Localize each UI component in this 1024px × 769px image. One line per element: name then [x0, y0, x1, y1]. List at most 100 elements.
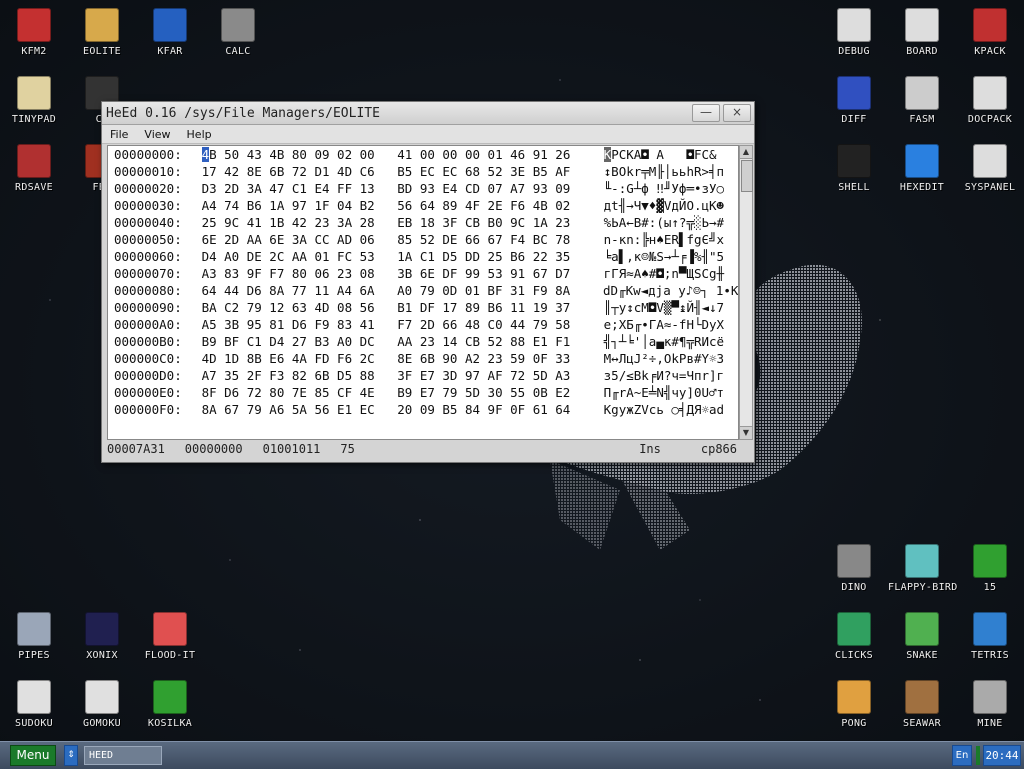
row-ascii[interactable]: ╣┐┴╘'│a▄к#¶╦RИсё	[600, 333, 738, 350]
row-ascii[interactable]: ║┬y↕cM◘V▒▀↨Й╢◄↓7	[600, 299, 738, 316]
row-hex-bytes[interactable]: A4 74 B6 1A 97 1F 04 B2 56 64 89 4F 2E F…	[202, 197, 600, 214]
row-ascii[interactable]: M↔ЛцJ²÷,ОkРв#Y☼3	[600, 350, 738, 367]
menu-view[interactable]: View	[136, 128, 178, 141]
desktop-icon-tinypad[interactable]: TINYPAD	[0, 68, 68, 132]
desktop-icon-gomoku[interactable]: GOMOKU	[68, 672, 136, 736]
hex-row[interactable]: 000000F0: 8A 67 79 A6 5A 56 E1 EC 20 09 B…	[108, 401, 738, 418]
hex-row[interactable]: 00000050: 6E 2D AA 6E 3A CC AD 06 85 52 D…	[108, 231, 738, 248]
minimize-button[interactable]: —	[692, 104, 720, 122]
desktop-icon-tetris[interactable]: TETRIS	[956, 604, 1024, 668]
row-address: 00000050:	[114, 232, 182, 247]
row-ascii[interactable]: n-кn:╠н♠ЕR▌fgЄ╝x	[600, 231, 738, 248]
hex-row[interactable]: 00000060: D4 A0 DE 2C AA 01 FC 53 1A C1 D…	[108, 248, 738, 265]
desktop-icon-kfar[interactable]: KFAR	[136, 0, 204, 64]
row-hex-bytes[interactable]: 8A 67 79 A6 5A 56 E1 EC 20 09 B5 84 9F 0…	[202, 401, 600, 418]
menu-button[interactable]: Menu	[10, 745, 56, 766]
hex-row[interactable]: 00000020: D3 2D 3A 47 C1 E4 FF 13 BD 93 E…	[108, 180, 738, 197]
desktop-icon-flood-it[interactable]: FLOOD-IT	[136, 604, 204, 668]
hex-row[interactable]: 00000040: 25 9C 41 1B 42 23 3A 28 EB 18 3…	[108, 214, 738, 231]
row-address: 00000000:	[114, 147, 182, 162]
row-hex-bytes[interactable]: 17 42 8E 6B 72 D1 4D C6 B5 EC EC 68 52 3…	[202, 163, 600, 180]
hex-row[interactable]: 000000C0: 4D 1D 8B E6 4A FD F6 2C 8E 6B 9…	[108, 350, 738, 367]
row-hex-bytes[interactable]: 8F D6 72 80 7E 85 CF 4E B9 E7 79 5D 30 5…	[202, 384, 600, 401]
row-ascii[interactable]: П╓rА~Е╧N╣чy]0U♂т	[600, 384, 738, 401]
desktop-icon-fasm[interactable]: FASM	[888, 68, 956, 132]
row-ascii[interactable]: %ЬA←B#:(ы↑?╦░Ь→#	[600, 214, 738, 231]
switch-icon[interactable]: ⇕	[64, 745, 78, 766]
row-ascii[interactable]: ╘a▌,к☺№S→┴╒▐%╢"5	[600, 248, 738, 265]
hex-row[interactable]: 00000030: A4 74 B6 1A 97 1F 04 B2 56 64 8…	[108, 197, 738, 214]
row-hex-bytes[interactable]: D4 A0 DE 2C AA 01 FC 53 1A C1 D5 DD 25 B…	[202, 248, 600, 265]
scroll-down-icon[interactable]: ▼	[740, 426, 752, 439]
row-hex-bytes[interactable]: BA C2 79 12 63 4D 08 56 B1 DF 17 89 B6 1…	[202, 299, 600, 316]
desktop-icon-mine[interactable]: MINE	[956, 672, 1024, 736]
desktop-icon-flappy-bird[interactable]: FLAPPY-BIRD	[888, 536, 957, 600]
row-ascii[interactable]: дt╢→Ч▼♦▓VдЙO.цK☻	[600, 197, 738, 214]
row-hex-bytes[interactable]: 25 9C 41 1B 42 23 3A 28 EB 18 3F CB B0 9…	[202, 214, 600, 231]
hex-row[interactable]: 00000010: 17 42 8E 6B 72 D1 4D C6 B5 EC E…	[108, 163, 738, 180]
scroll-thumb[interactable]	[741, 160, 753, 192]
hex-row[interactable]: 000000B0: B9 BF C1 D4 27 B3 A0 DC AA 23 1…	[108, 333, 738, 350]
desktop-icon-calc[interactable]: CALC	[204, 0, 272, 64]
hex-row[interactable]: 000000D0: A7 35 2F F3 82 6B D5 88 3F E7 3…	[108, 367, 738, 384]
status-bar: 00007A31 00000000 01001011 75 Ins cp866	[107, 440, 751, 458]
task-heed[interactable]: HEED	[84, 746, 162, 765]
desktop-icon-debug[interactable]: DEBUG	[820, 0, 888, 64]
row-hex-bytes[interactable]: D3 2D 3A 47 C1 E4 FF 13 BD 93 E4 CD 07 A…	[202, 180, 600, 197]
desktop-icon-snake[interactable]: SNAKE	[888, 604, 956, 668]
desktop-icon-rdsave[interactable]: RDSAVE	[0, 136, 68, 200]
row-ascii[interactable]: з5/≤Вk╒И?ч=Чпr]г	[600, 367, 738, 384]
desktop-icon-xonix[interactable]: XONIX	[68, 604, 136, 668]
desktop-icon-shell[interactable]: SHELL	[820, 136, 888, 200]
row-ascii[interactable]: гГЯ≈А♠#◘;n▀ЩSСg╫	[600, 265, 738, 282]
desktop-icon-pipes[interactable]: PIPES	[0, 604, 68, 668]
menu-file[interactable]: File	[102, 128, 136, 141]
desktop-icon-eolite[interactable]: EOLITE	[68, 0, 136, 64]
row-ascii[interactable]: ╙-:G┴ф ‼╜Уф═•зУ○	[600, 180, 738, 197]
xonix-icon	[85, 612, 119, 646]
close-button[interactable]: ×	[723, 104, 751, 122]
hex-row[interactable]: 00000070: A3 83 9F F7 80 06 23 08 3B 6E D…	[108, 265, 738, 282]
desktop-icon-clicks[interactable]: CLICKS	[820, 604, 888, 668]
desktop-icon-seawar[interactable]: SEAWAR	[888, 672, 956, 736]
desktop-icon-hexedit[interactable]: HEXEDIT	[888, 136, 956, 200]
desktop-icon-diff[interactable]: DIFF	[820, 68, 888, 132]
row-ascii[interactable]: КgyжZVсь ○╡ДЯ☼ad	[600, 401, 738, 418]
desktop-icon-board[interactable]: BOARD	[888, 0, 956, 64]
syspanel-icon	[973, 144, 1007, 178]
row-hex-bytes[interactable]: 4B 50 43 4B 80 09 02 00 41 00 00 00 01 4…	[201, 146, 600, 163]
desktop-icon-sudoku[interactable]: SUDOKU	[0, 672, 68, 736]
hex-row[interactable]: 000000A0: A5 3B 95 81 D6 F9 83 41 F7 2D 6…	[108, 316, 738, 333]
desktop-icon-kosilka[interactable]: KOSILKA	[136, 672, 204, 736]
desktop-icon-pong[interactable]: PONG	[820, 672, 888, 736]
row-hex-bytes[interactable]: 4D 1D 8B E6 4A FD F6 2C 8E 6B 90 A2 23 5…	[202, 350, 600, 367]
window-titlebar[interactable]: HeEd 0.16 /sys/File Managers/EOLITE — ×	[102, 102, 754, 125]
row-hex-bytes[interactable]: 6E 2D AA 6E 3A CC AD 06 85 52 DE 66 67 F…	[202, 231, 600, 248]
hex-row[interactable]: 00000080: 64 44 D6 8A 77 11 A4 6A A0 79 0…	[108, 282, 738, 299]
row-hex-bytes[interactable]: A3 83 9F F7 80 06 23 08 3B 6E DF 99 53 9…	[202, 265, 600, 282]
desktop-icon-docpack[interactable]: DOCPACK	[956, 68, 1024, 132]
desktop-icon-15[interactable]: 15	[956, 536, 1024, 600]
desktop-icon-label: DIFF	[841, 114, 867, 125]
hex-row[interactable]: 00000090: BA C2 79 12 63 4D 08 56 B1 DF 1…	[108, 299, 738, 316]
hex-editor-area[interactable]: 00000000: 4B 50 43 4B 80 09 02 00 41 00 0…	[107, 145, 739, 440]
language-indicator[interactable]: En	[952, 745, 972, 766]
desktop-icon-dino[interactable]: DINO	[820, 536, 888, 600]
row-ascii[interactable]: е;ХБ╓∙ГA≈-fH└DyX	[600, 316, 738, 333]
desktop-icon-syspanel[interactable]: SYSPANEL	[956, 136, 1024, 200]
vertical-scrollbar[interactable]: ▲ ▼	[739, 145, 753, 440]
hex-row[interactable]: 000000E0: 8F D6 72 80 7E 85 CF 4E B9 E7 7…	[108, 384, 738, 401]
row-hex-bytes[interactable]: B9 BF C1 D4 27 B3 A0 DC AA 23 14 CB 52 8…	[202, 333, 600, 350]
menu-help[interactable]: Help	[179, 128, 220, 141]
row-ascii[interactable]: ↕BOkr╤M╟│ььhR>╡п	[600, 163, 738, 180]
row-hex-bytes[interactable]: A7 35 2F F3 82 6B D5 88 3F E7 3D 97 AF 7…	[202, 367, 600, 384]
hex-row[interactable]: 00000000: 4B 50 43 4B 80 09 02 00 41 00 0…	[108, 146, 738, 163]
row-ascii[interactable]: dD╓Кw◄дja y♪☺┐ 1∙К	[599, 282, 738, 299]
row-hex-bytes[interactable]: A5 3B 95 81 D6 F9 83 41 F7 2D 66 48 C0 4…	[202, 316, 600, 333]
tray-separator	[976, 746, 980, 765]
row-hex-bytes[interactable]: 64 44 D6 8A 77 11 A4 6A A0 79 0D 01 BF 3…	[201, 282, 599, 299]
desktop-icon-kfm2[interactable]: KFM2	[0, 0, 68, 64]
desktop-icon-kpack[interactable]: KPACK	[956, 0, 1024, 64]
row-ascii[interactable]: KPCKA◘ A ◘FC&	[600, 146, 738, 163]
scroll-up-icon[interactable]: ▲	[740, 146, 752, 159]
